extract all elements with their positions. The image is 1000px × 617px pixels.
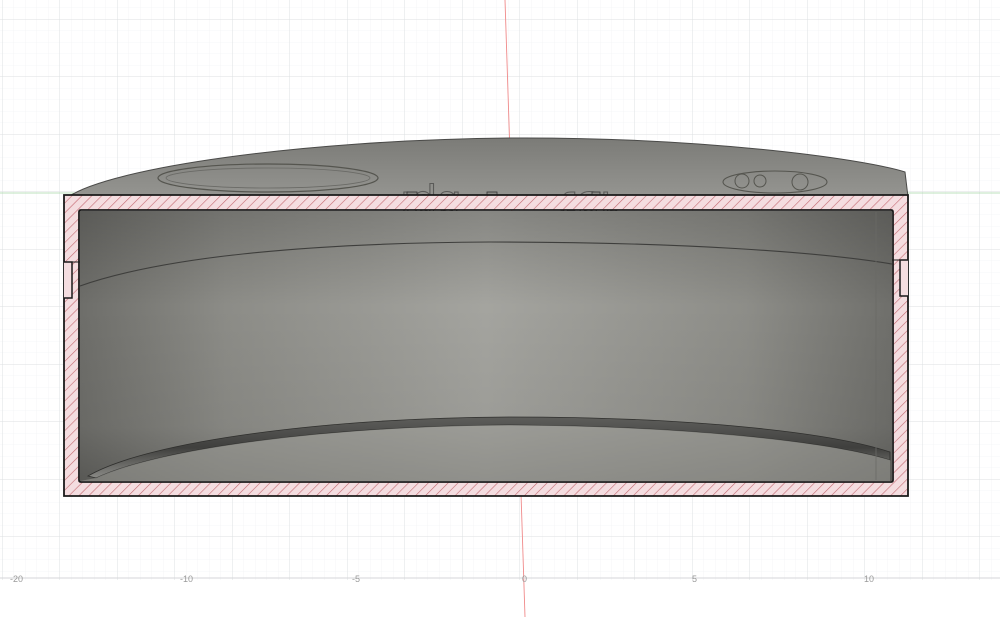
ruler-label: -5: [352, 574, 360, 584]
section-view-canvas[interactable]: Iqa ter: [0, 0, 1000, 617]
ruler-label: -20: [10, 574, 23, 584]
ruler-label: -10: [180, 574, 193, 584]
section-interior-cavity: [79, 211, 893, 481]
ruler-label: 10: [864, 574, 874, 584]
ruler-label: 5: [692, 574, 697, 584]
ruler-label: 0: [522, 574, 527, 584]
3d-viewport[interactable]: Iqa ter: [0, 0, 1000, 617]
